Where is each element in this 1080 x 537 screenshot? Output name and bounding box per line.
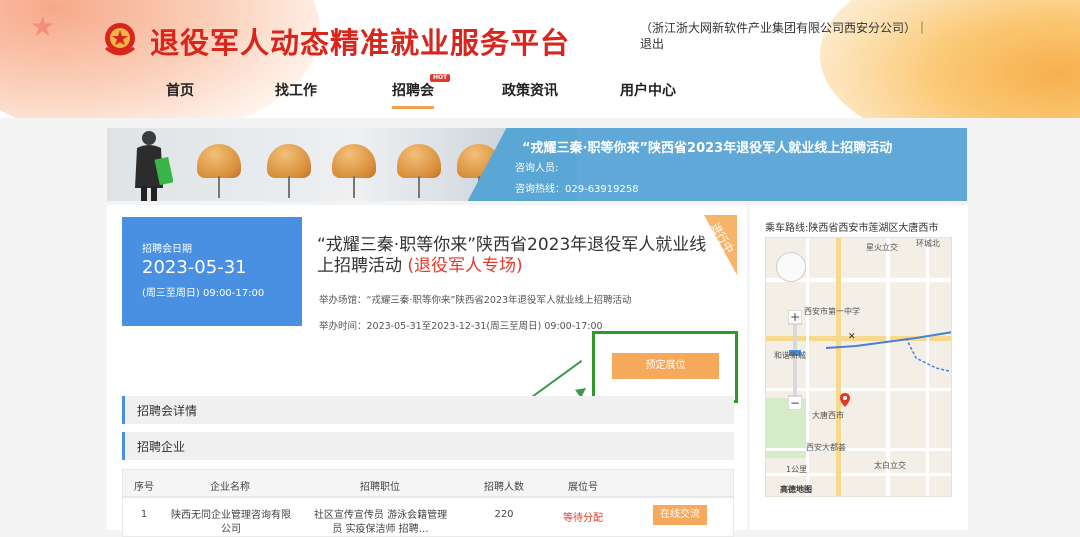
book-booth-button[interactable]: 预定展位	[612, 353, 719, 379]
row-index: 1	[140, 509, 148, 520]
banner-title: “戎耀三秦·职等你来”陕西省2023年退役军人就业线上招聘活动	[522, 141, 893, 156]
map-brand: 高德地图	[780, 485, 812, 494]
table-header: 序号 企业名称 招聘职位 招聘人数 展位号	[122, 469, 734, 497]
banner-hotline: 咨询热线：029-63919258	[515, 184, 639, 195]
businessman-illustration	[135, 131, 173, 201]
map-marker-icon[interactable]	[840, 393, 850, 407]
map-widget[interactable]: + − 星火立交 环城北 西安市第一中学 和谐新城 大唐西市 西安大都荟 太白立…	[765, 237, 952, 497]
status-ribbon: 进行中	[704, 215, 737, 275]
section-companies-title: 招聘企业	[137, 440, 186, 454]
chair-icon	[197, 144, 241, 178]
chair-leg	[353, 176, 355, 198]
map-label: 西安大都荟	[806, 443, 846, 452]
nav-item-user-center[interactable]: 用户中心	[620, 80, 676, 100]
nav-item-policy[interactable]: 政策资讯	[502, 80, 558, 100]
row-booth-status: 等待分配	[563, 513, 603, 524]
banner-photo	[107, 128, 527, 201]
section-details-bar[interactable]: 招聘会详情	[122, 396, 734, 424]
chair-leg	[218, 176, 220, 198]
col-header-count: 招聘人数	[484, 482, 524, 493]
map-route-line	[826, 331, 951, 373]
date-label: 招聘会日期	[142, 244, 192, 255]
chair-leg	[288, 176, 290, 198]
nav-item-find-job[interactable]: 找工作	[275, 80, 317, 100]
map-label: 和谐新城	[774, 351, 806, 360]
date-card: 招聘会日期 2023-05-31 (周三至周日) 09:00-17:00	[122, 217, 302, 326]
emblem-logo-icon[interactable]	[100, 20, 140, 58]
table-row: 1 陕西无同企业管理咨询有限公司 社区宣传宣传员 游泳会籍管理员 实疫保洁师 招…	[122, 497, 734, 537]
event-title: “戎耀三秦·职等你来”陕西省2023年退役军人就业线上招聘活动 (退役军人专场)	[317, 235, 712, 277]
site-title[interactable]: 退役军人动态精准就业服务平台	[150, 20, 570, 62]
map-pan-control[interactable]	[776, 252, 806, 282]
chair-icon	[267, 144, 311, 178]
row-company-name[interactable]: 陕西无同企业管理咨询有限公司	[169, 509, 293, 537]
col-header-position: 招聘职位	[360, 482, 400, 493]
nav-item-job-fair[interactable]: 招聘会 HOT	[392, 74, 451, 109]
map-label: 大唐西市	[812, 411, 844, 420]
svg-text:−: −	[790, 396, 800, 410]
event-main-panel: 招聘会日期 2023-05-31 (周三至周日) 09:00-17:00 “戎耀…	[107, 205, 747, 537]
site-header: ★ 退役军人动态精准就业服务平台 （浙江浙大网新软件产业集团有限公司西安分公司）…	[0, 0, 1080, 118]
section-details-title: 招聘会详情	[137, 404, 198, 418]
online-chat-button[interactable]: 在线交流	[653, 505, 707, 525]
map-label: 星火立交	[866, 243, 898, 252]
event-date: 2023-05-31	[142, 257, 247, 278]
nav-item-label: 招聘会	[392, 83, 434, 99]
map-label: 环城北	[916, 239, 940, 248]
route-address: 乘车路线:陕西省西安市莲湖区大唐西市	[765, 223, 939, 234]
nav-item-home[interactable]: 首页	[166, 80, 194, 100]
map-road	[766, 448, 951, 451]
map-road	[806, 238, 809, 496]
col-header-booth: 展位号	[568, 482, 598, 493]
svg-text:+: +	[790, 310, 800, 324]
user-info-logout[interactable]: （浙江浙大网新软件产业集团有限公司西安分公司）｜ 退出	[640, 20, 940, 52]
col-header-index: 序号	[134, 482, 154, 493]
hot-badge: HOT	[430, 74, 451, 82]
chair-icon	[397, 144, 441, 178]
col-header-company: 企业名称	[210, 482, 250, 493]
active-underline	[392, 106, 434, 109]
event-time-range: (周三至周日) 09:00-17:00	[142, 288, 265, 299]
map-scale: 1公里	[786, 465, 808, 474]
map-label: 西安市第一中学	[804, 307, 860, 316]
star-icon: ★	[30, 10, 56, 43]
event-venue: 举办场馆：“戎耀三秦·职等你来”陕西省2023年退役军人就业线上招聘活动	[319, 295, 632, 306]
event-title-tag: (退役军人专场)	[407, 256, 523, 276]
map-close-icon[interactable]: ✕	[848, 332, 856, 342]
event-time: 举办时间：2023-05-31至2023-12-31(周三至周日) 09:00-…	[319, 321, 603, 332]
event-banner: “戎耀三秦·职等你来”陕西省2023年退役军人就业线上招聘活动 咨询人员: 咨询…	[107, 128, 967, 201]
row-count: 220	[494, 509, 514, 520]
map-label: 太白立交	[874, 461, 906, 470]
row-positions: 社区宣传宣传员 游泳会籍管理员 实疫保洁师 招聘…	[313, 510, 448, 535]
chair-leg	[418, 176, 420, 198]
header-decoration-right	[820, 0, 1080, 118]
chair-icon	[332, 144, 376, 178]
banner-contact: 咨询人员:	[515, 163, 559, 174]
section-companies-bar[interactable]: 招聘企业	[122, 432, 734, 460]
route-map-panel: 乘车路线:陕西省西安市莲湖区大唐西市 + − 星火立交 环城北 西安市第一中学 …	[750, 205, 968, 530]
